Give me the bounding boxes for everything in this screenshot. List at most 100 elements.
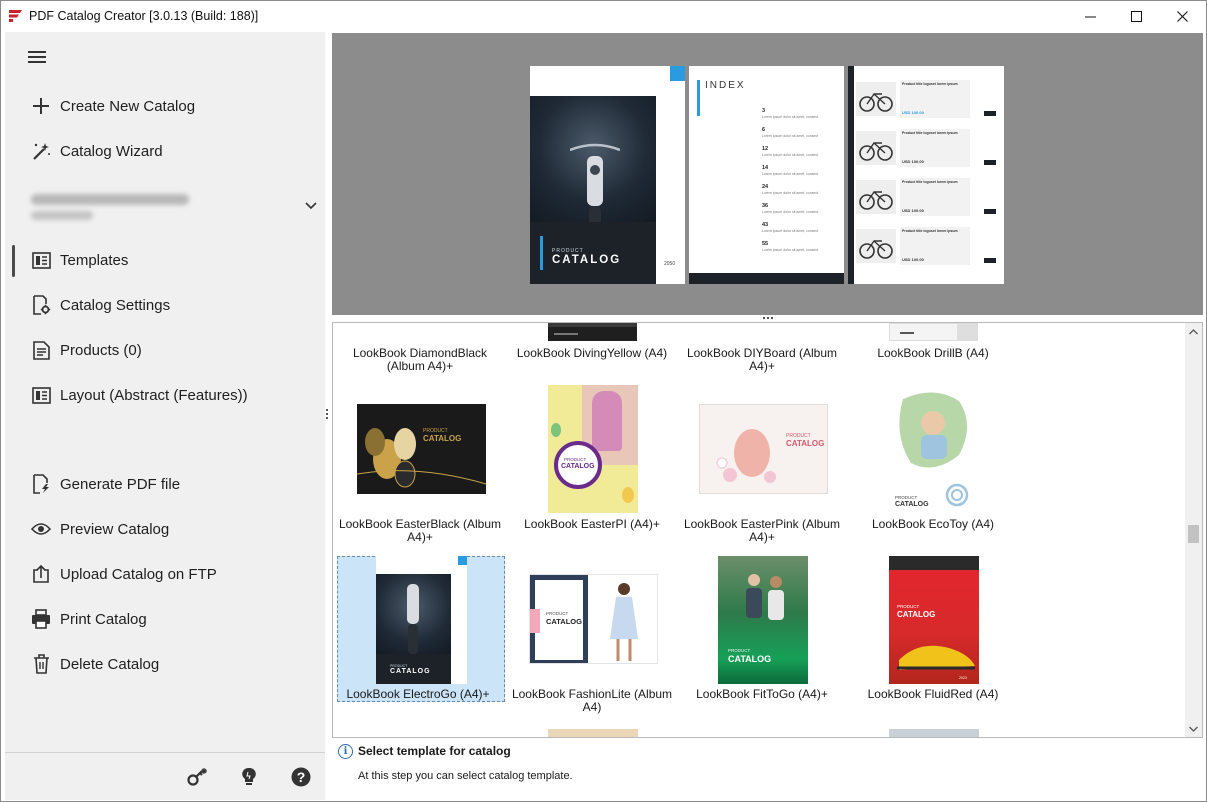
templates-scrollbar[interactable] (1185, 323, 1202, 737)
preview-cover-page: PRODUCT CATALOG 2050 (530, 66, 685, 284)
generate-pdf-button[interactable]: Generate PDF file (5, 466, 325, 502)
nav-label: Catalog Wizard (60, 142, 163, 160)
preview-product-row: Product title logoset lorem ipsum USD 10… (854, 125, 1004, 169)
nav-label: Create New Catalog (60, 97, 196, 115)
template-thumbnail: PRODUCT CATALOG (699, 404, 828, 494)
upload-icon (31, 564, 51, 584)
redacted-catalog-sub (31, 211, 93, 220)
plus-icon (31, 96, 51, 116)
document-icon (31, 340, 51, 360)
cover-title: CATALOG (552, 254, 622, 266)
template-thumbnail-partial (889, 729, 979, 737)
preview-products-page: Product title logoset lorem ipsum USD 10… (848, 66, 1004, 284)
template-label: LookBook DivingYellow (A4) (516, 346, 668, 360)
template-label: LookBook FashionLite (Album A4) (511, 687, 673, 714)
layout-icon (31, 385, 51, 405)
template-label: LookBook EasterPI (A4)+ (524, 517, 660, 531)
trash-icon (31, 654, 51, 674)
preview-index-page: INDEX 3 Lorem ipsum dolor sit amet, conse… (689, 66, 844, 284)
sidebar-divider (5, 752, 325, 753)
maximize-icon (1130, 11, 1142, 22)
template-thumbnail (889, 323, 978, 341)
index-entry: 14 Lorem ipsum dolor sit amet, consect (762, 165, 819, 176)
cover-photo (530, 96, 656, 246)
key-icon[interactable] (186, 766, 208, 788)
cover-year: 2050 (664, 261, 676, 267)
index-entry: 55 Lorem ipsum dolor sit amet, consect (762, 241, 819, 252)
index-entry: 6 Lorem ipsum dolor sit amet, consect (762, 127, 819, 138)
preview-catalog-button[interactable]: Preview Catalog (5, 511, 325, 547)
chevron-up-icon (1189, 328, 1198, 334)
templates-grid: LookBook DiamondBlack (Album A4)+ LookBo… (332, 322, 1203, 738)
scroll-down-button[interactable] (1185, 720, 1202, 737)
chevron-down-icon (1189, 726, 1198, 732)
eye-icon (31, 519, 51, 539)
lightbulb-icon[interactable] (238, 766, 260, 788)
template-icon (31, 250, 51, 270)
template-thumbnail: PRODUCT CATALOG (529, 574, 658, 664)
maximize-button[interactable] (1113, 1, 1159, 32)
window-title: PDF Catalog Creator [3.0.13 (Build: 188)… (29, 9, 259, 23)
template-label: LookBook FitToGo (A4)+ (696, 687, 828, 701)
upload-ftp-button[interactable]: Upload Catalog on FTP (5, 556, 325, 592)
nav-label: Print Catalog (60, 610, 147, 628)
template-thumbnail: PRODUCT CATALOG (357, 404, 486, 494)
template-thumbnail: PRODUCT CATALOG (718, 556, 808, 684)
magic-wand-icon (31, 141, 51, 161)
vertical-splitter-handle[interactable] (326, 409, 329, 421)
template-thumbnail (548, 323, 637, 341)
app-window: PDF Catalog Creator [3.0.13 (Build: 188)… (0, 0, 1207, 802)
delete-catalog-button[interactable]: Delete Catalog (5, 646, 325, 682)
template-label: LookBook DiamondBlack (Album A4)+ (352, 346, 488, 373)
template-label: LookBook DrillB (A4) (877, 346, 989, 360)
create-new-catalog-button[interactable]: Create New Catalog (5, 88, 325, 124)
generate-file-icon (31, 474, 51, 494)
title-bar: PDF Catalog Creator [3.0.13 (Build: 188)… (1, 1, 1206, 32)
template-thumbnail: PRODUCT CATALOG 2023 (889, 556, 979, 684)
nav-label: Layout (Abstract (Features)) (60, 386, 248, 404)
index-entry: 36 Lorem ipsum dolor sit amet, consect (762, 203, 819, 214)
template-label: LookBook FluidRed (A4) (867, 687, 999, 701)
hint-panel: i Select template for catalog At this st… (332, 739, 1203, 800)
sidebar-item-templates[interactable]: Templates (5, 242, 325, 278)
index-title: INDEX (705, 80, 746, 91)
index-entry: 43 Lorem ipsum dolor sit amet, consect (762, 222, 819, 233)
app-logo-icon (9, 10, 22, 22)
help-icon[interactable]: ? (290, 766, 312, 788)
close-button[interactable] (1159, 1, 1205, 32)
template-thumbnail: PRODUCT CATALOG (376, 556, 467, 684)
svg-text:?: ? (297, 769, 306, 785)
chevron-down-icon (305, 202, 317, 210)
horizontal-splitter-handle[interactable] (763, 317, 773, 320)
scroll-up-button[interactable] (1185, 323, 1202, 340)
catalog-selector-dropdown[interactable] (29, 190, 319, 224)
template-thumbnail: PRODUCT CATALOG (889, 385, 979, 513)
template-thumbnail: PRODUCT CATALOG (548, 385, 638, 513)
preview-product-row: Product title logoset lorem ipsum USD 10… (854, 174, 1004, 218)
sidebar-item-layout[interactable]: Layout (Abstract (Features)) (5, 377, 325, 413)
scrollbar-thumb[interactable] (1188, 525, 1199, 543)
sidebar-item-products[interactable]: Products (0) (5, 332, 325, 368)
template-label: LookBook EasterBlack (Album A4)+ (338, 517, 502, 544)
sidebar: Create New Catalog Catalog Wizard Templa… (5, 32, 325, 800)
hint-text: At this step you can select catalog temp… (358, 770, 573, 782)
catalog-wizard-button[interactable]: Catalog Wizard (5, 133, 325, 169)
catalog-preview-panel: PRODUCT CATALOG 2050 INDEX 3 Lorem ipsum … (332, 33, 1203, 315)
hamburger-icon[interactable] (28, 51, 46, 65)
sidebar-item-catalog-settings[interactable]: Catalog Settings (5, 287, 325, 323)
print-catalog-button[interactable]: Print Catalog (5, 601, 325, 637)
index-entry: 12 Lorem ipsum dolor sit amet, consect (762, 146, 819, 157)
nav-label: Preview Catalog (60, 520, 170, 538)
nav-label: Upload Catalog on FTP (60, 565, 217, 583)
hint-title: Select template for catalog (358, 744, 511, 758)
preview-product-row: Product title logoset lorem ipsum USD 10… (854, 223, 1004, 267)
nav-label: Generate PDF file (60, 475, 181, 493)
template-label: LookBook EasterPink (Album A4)+ (683, 517, 841, 544)
redacted-catalog-name (31, 194, 189, 205)
nav-label: Templates (60, 251, 129, 269)
index-entry: 24 Lorem ipsum dolor sit amet, consect (762, 184, 819, 195)
printer-icon (31, 609, 51, 629)
minimize-button[interactable] (1067, 1, 1113, 32)
template-label: LookBook DIYBoard (Album A4)+ (686, 346, 838, 373)
nav-label: Delete Catalog (60, 655, 160, 673)
